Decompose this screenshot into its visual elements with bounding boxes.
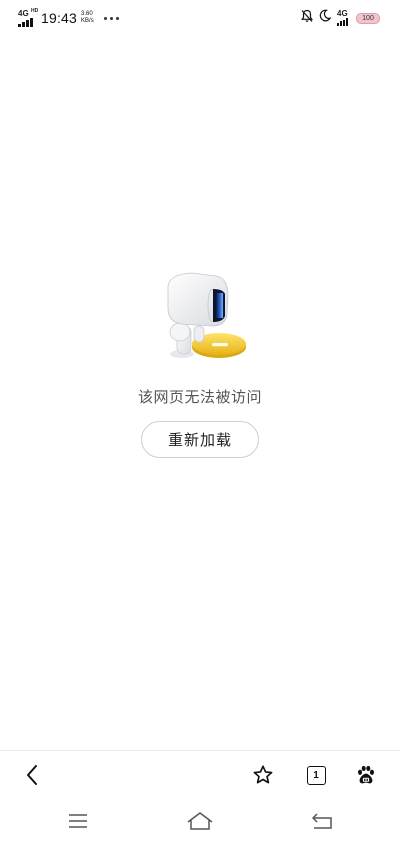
error-message: 该网页无法被访问 bbox=[137, 389, 262, 406]
net-speed-unit: KB/s bbox=[81, 18, 94, 24]
menu-icon[interactable] bbox=[62, 808, 94, 834]
net-speed-value: 3.60 bbox=[81, 11, 93, 17]
baidu-paw-icon[interactable] bbox=[352, 761, 380, 789]
status-right: 4G 100 bbox=[301, 9, 380, 27]
home-icon[interactable] bbox=[184, 808, 216, 834]
battery-level: 100 bbox=[362, 14, 374, 22]
network-type-label: 4G bbox=[18, 9, 29, 18]
do-not-disturb-moon-icon bbox=[319, 9, 332, 27]
status-time: 19:43 bbox=[41, 10, 78, 26]
browser-toolbar: 1 bbox=[0, 750, 400, 798]
system-nav-bar bbox=[0, 800, 400, 844]
return-icon[interactable] bbox=[306, 808, 338, 834]
more-dots-icon bbox=[103, 16, 119, 20]
network-type-right-label: 4G bbox=[337, 9, 348, 18]
status-left: 4G HD 19:43 3.60 KB/s bbox=[18, 8, 119, 28]
mute-notification-icon bbox=[301, 9, 313, 28]
battery-icon: 100 bbox=[356, 12, 380, 24]
reload-button[interactable]: 重新加载 bbox=[141, 421, 259, 458]
tabs-icon[interactable]: 1 bbox=[302, 761, 330, 789]
signal-bars bbox=[18, 18, 33, 27]
robot-illustration bbox=[150, 268, 250, 368]
bookmark-star-icon[interactable] bbox=[249, 761, 277, 789]
signal-icon: 4G HD bbox=[18, 8, 39, 27]
status-bar: 4G HD 19:43 3.60 KB/s 4G 100 bbox=[0, 0, 400, 36]
back-icon[interactable] bbox=[18, 761, 46, 789]
net-speed: 3.60 KB/s bbox=[81, 11, 94, 25]
cell-signal-icon: 4G bbox=[337, 10, 350, 26]
network-hd-label: HD bbox=[31, 8, 39, 14]
tab-count: 1 bbox=[306, 765, 326, 785]
